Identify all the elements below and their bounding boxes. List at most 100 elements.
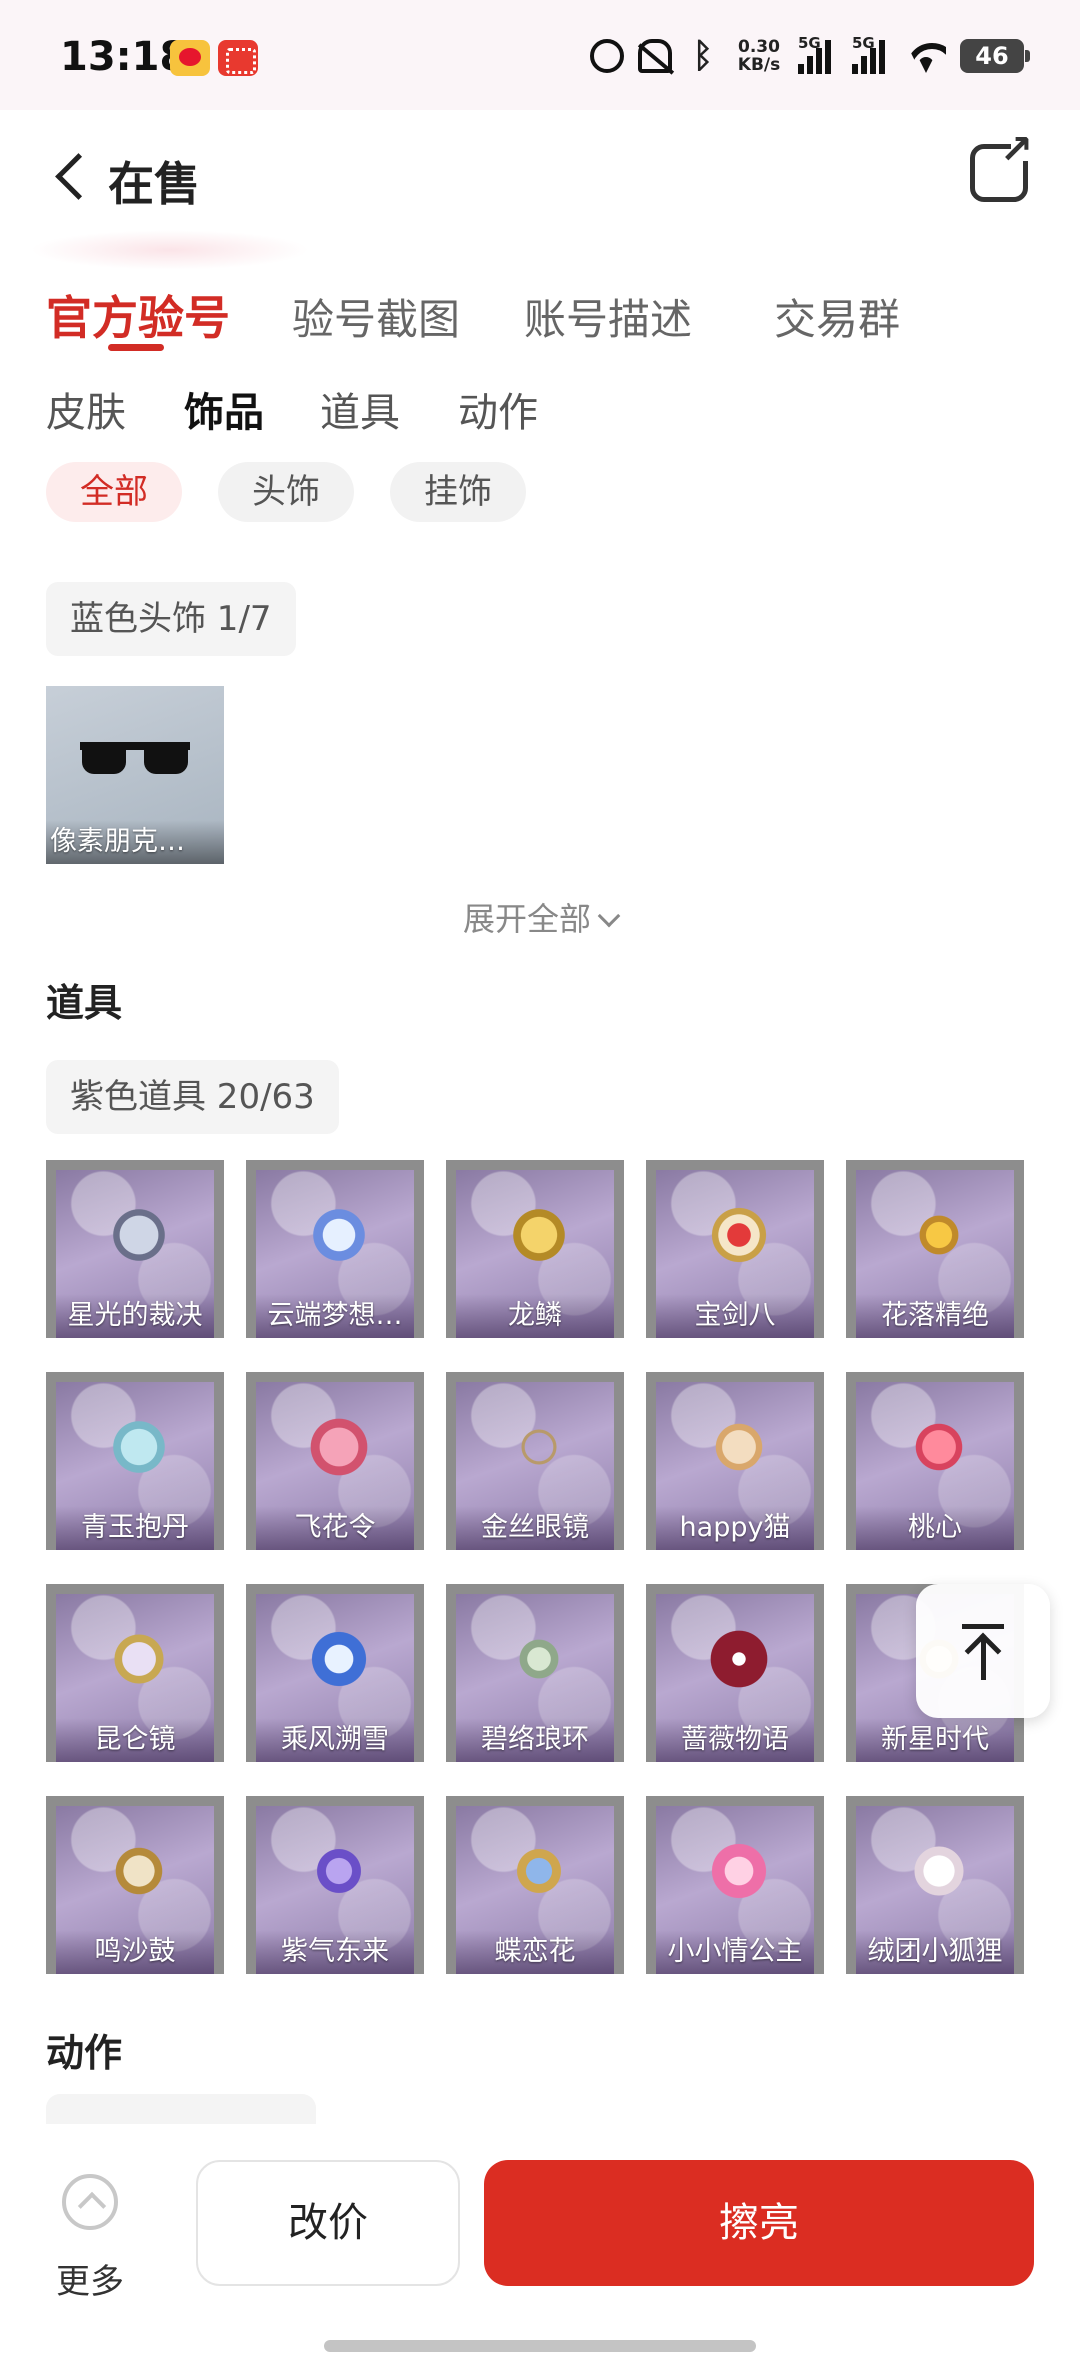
home-indicator: [324, 2340, 756, 2352]
item-image: [494, 1402, 584, 1492]
signal-label: 5G: [852, 34, 875, 52]
bottom-action-bar: 更多 改价 擦亮: [0, 2124, 1080, 2376]
item-name: 飞花令: [256, 1506, 414, 1550]
more-icon[interactable]: [62, 2174, 118, 2230]
tab-official-verification[interactable]: 官方验号: [46, 282, 230, 348]
page-title: 在售: [108, 157, 200, 211]
tab-verification-screenshots[interactable]: 验号截图: [292, 286, 460, 347]
item-card[interactable]: 像素朋克…: [46, 686, 224, 864]
group-label-purple-props: 紫色道具 20/63: [46, 1060, 339, 1134]
subtab-props[interactable]: 道具: [320, 380, 400, 438]
item-image: [94, 1190, 184, 1280]
item-image: [494, 1190, 584, 1280]
item-image: [894, 1190, 984, 1280]
alarm-icon: [590, 39, 624, 73]
item-name: 龙鳞: [456, 1294, 614, 1338]
item-card[interactable]: 小小情公主: [646, 1796, 824, 1974]
more-label[interactable]: 更多: [56, 2254, 124, 2303]
weibo-icon: [170, 40, 210, 76]
item-card[interactable]: 昆仑镜: [46, 1584, 224, 1762]
item-card[interactable]: happy猫: [646, 1372, 824, 1550]
item-name: 星光的裁决: [56, 1294, 214, 1338]
item-card[interactable]: 花落精绝: [846, 1160, 1024, 1338]
item-name: 绒团小狐狸: [856, 1930, 1014, 1974]
subtab-skins[interactable]: 皮肤: [46, 380, 126, 438]
item-card[interactable]: 鸣沙鼓: [46, 1796, 224, 1974]
item-card[interactable]: 云端梦想…: [246, 1160, 424, 1338]
item-image: [294, 1190, 384, 1280]
signal-icon: 5G: [852, 34, 892, 74]
item-image: [94, 1614, 184, 1704]
expand-all-label: 展开全部: [462, 900, 591, 938]
chip-all[interactable]: 全部: [46, 462, 182, 522]
subtab-accessories[interactable]: 饰品: [184, 380, 264, 438]
status-icons: ᛒ 0.30 KB/s 5G 5G 46: [590, 34, 1030, 78]
section-title-actions: 动作: [46, 2031, 123, 2075]
share-icon[interactable]: [970, 127, 1033, 202]
status-time: 13:18: [60, 34, 188, 80]
item-image: [694, 1614, 784, 1704]
chevron-down-icon: [597, 904, 621, 928]
back-icon[interactable]: [52, 154, 88, 194]
item-card[interactable]: 龙鳞: [446, 1160, 624, 1338]
red-app-icon: [218, 40, 258, 76]
chip-headwear[interactable]: 头饰: [218, 462, 354, 522]
active-tab-underline: [108, 344, 164, 351]
status-bar: 13:18 ᛒ 0.30 KB/s 5G 5G 46: [0, 0, 1080, 110]
item-image: [294, 1826, 384, 1916]
expand-all-button[interactable]: 展开全部: [0, 894, 1080, 940]
item-image: [494, 1826, 584, 1916]
item-name: 小小情公主: [656, 1930, 814, 1974]
net-speed-value: 0.30: [738, 37, 780, 57]
reprice-button[interactable]: 改价: [196, 2160, 460, 2286]
item-name: 花落精绝: [856, 1294, 1014, 1338]
item-card[interactable]: 青玉抱丹: [46, 1372, 224, 1550]
item-name: 蝶恋花: [456, 1930, 614, 1974]
item-image: [294, 1614, 384, 1704]
mute-icon: [638, 39, 672, 73]
item-name: 金丝眼镜: [456, 1506, 614, 1550]
item-name: 像素朋克…: [46, 820, 224, 864]
item-name: 鸣沙鼓: [56, 1930, 214, 1974]
item-image: [894, 1402, 984, 1492]
group-label-blue-headwear: 蓝色头饰 1/7: [46, 582, 296, 656]
item-card[interactable]: 桃心: [846, 1372, 1024, 1550]
bluetooth-icon: ᛒ: [692, 36, 714, 76]
polish-button[interactable]: 擦亮: [484, 2160, 1034, 2286]
item-image: [894, 1826, 984, 1916]
item-image: [694, 1190, 784, 1280]
item-name: 宝剑八: [656, 1294, 814, 1338]
net-speed-unit: KB/s: [737, 55, 781, 75]
item-card[interactable]: 紫气东来: [246, 1796, 424, 1974]
item-card[interactable]: 蔷薇物语: [646, 1584, 824, 1762]
signal-label: 5G: [798, 34, 821, 52]
tab-account-description[interactable]: 账号描述: [524, 286, 692, 347]
item-card[interactable]: 金丝眼镜: [446, 1372, 624, 1550]
item-card[interactable]: 碧络琅环: [446, 1584, 624, 1762]
chip-pendant[interactable]: 挂饰: [390, 462, 526, 522]
item-card[interactable]: 飞花令: [246, 1372, 424, 1550]
sunglasses-icon: [80, 742, 190, 776]
item-image: [94, 1402, 184, 1492]
item-name: 云端梦想…: [256, 1294, 414, 1338]
subtab-actions[interactable]: 动作: [458, 380, 538, 438]
item-name: 碧络琅环: [456, 1718, 614, 1762]
battery-icon: 46: [960, 39, 1030, 73]
item-card[interactable]: 星光的裁决: [46, 1160, 224, 1338]
item-card[interactable]: 绒团小狐狸: [846, 1796, 1024, 1974]
item-name: 蔷薇物语: [656, 1718, 814, 1762]
header: 在售: [0, 110, 1080, 240]
item-card[interactable]: 蝶恋花: [446, 1796, 624, 1974]
section-title-props: 道具: [46, 981, 123, 1025]
item-image: [294, 1402, 384, 1492]
item-card[interactable]: 宝剑八: [646, 1160, 824, 1338]
tab-highlight-glow: [30, 230, 310, 270]
tab-trade-group[interactable]: 交易群: [774, 286, 900, 347]
net-speed: 0.30 KB/s: [734, 38, 784, 74]
item-image: [694, 1826, 784, 1916]
item-name: 桃心: [856, 1506, 1014, 1550]
item-image: [494, 1614, 584, 1704]
scroll-to-top-button[interactable]: [916, 1584, 1050, 1718]
item-image: [94, 1826, 184, 1916]
item-card[interactable]: 乘风溯雪: [246, 1584, 424, 1762]
